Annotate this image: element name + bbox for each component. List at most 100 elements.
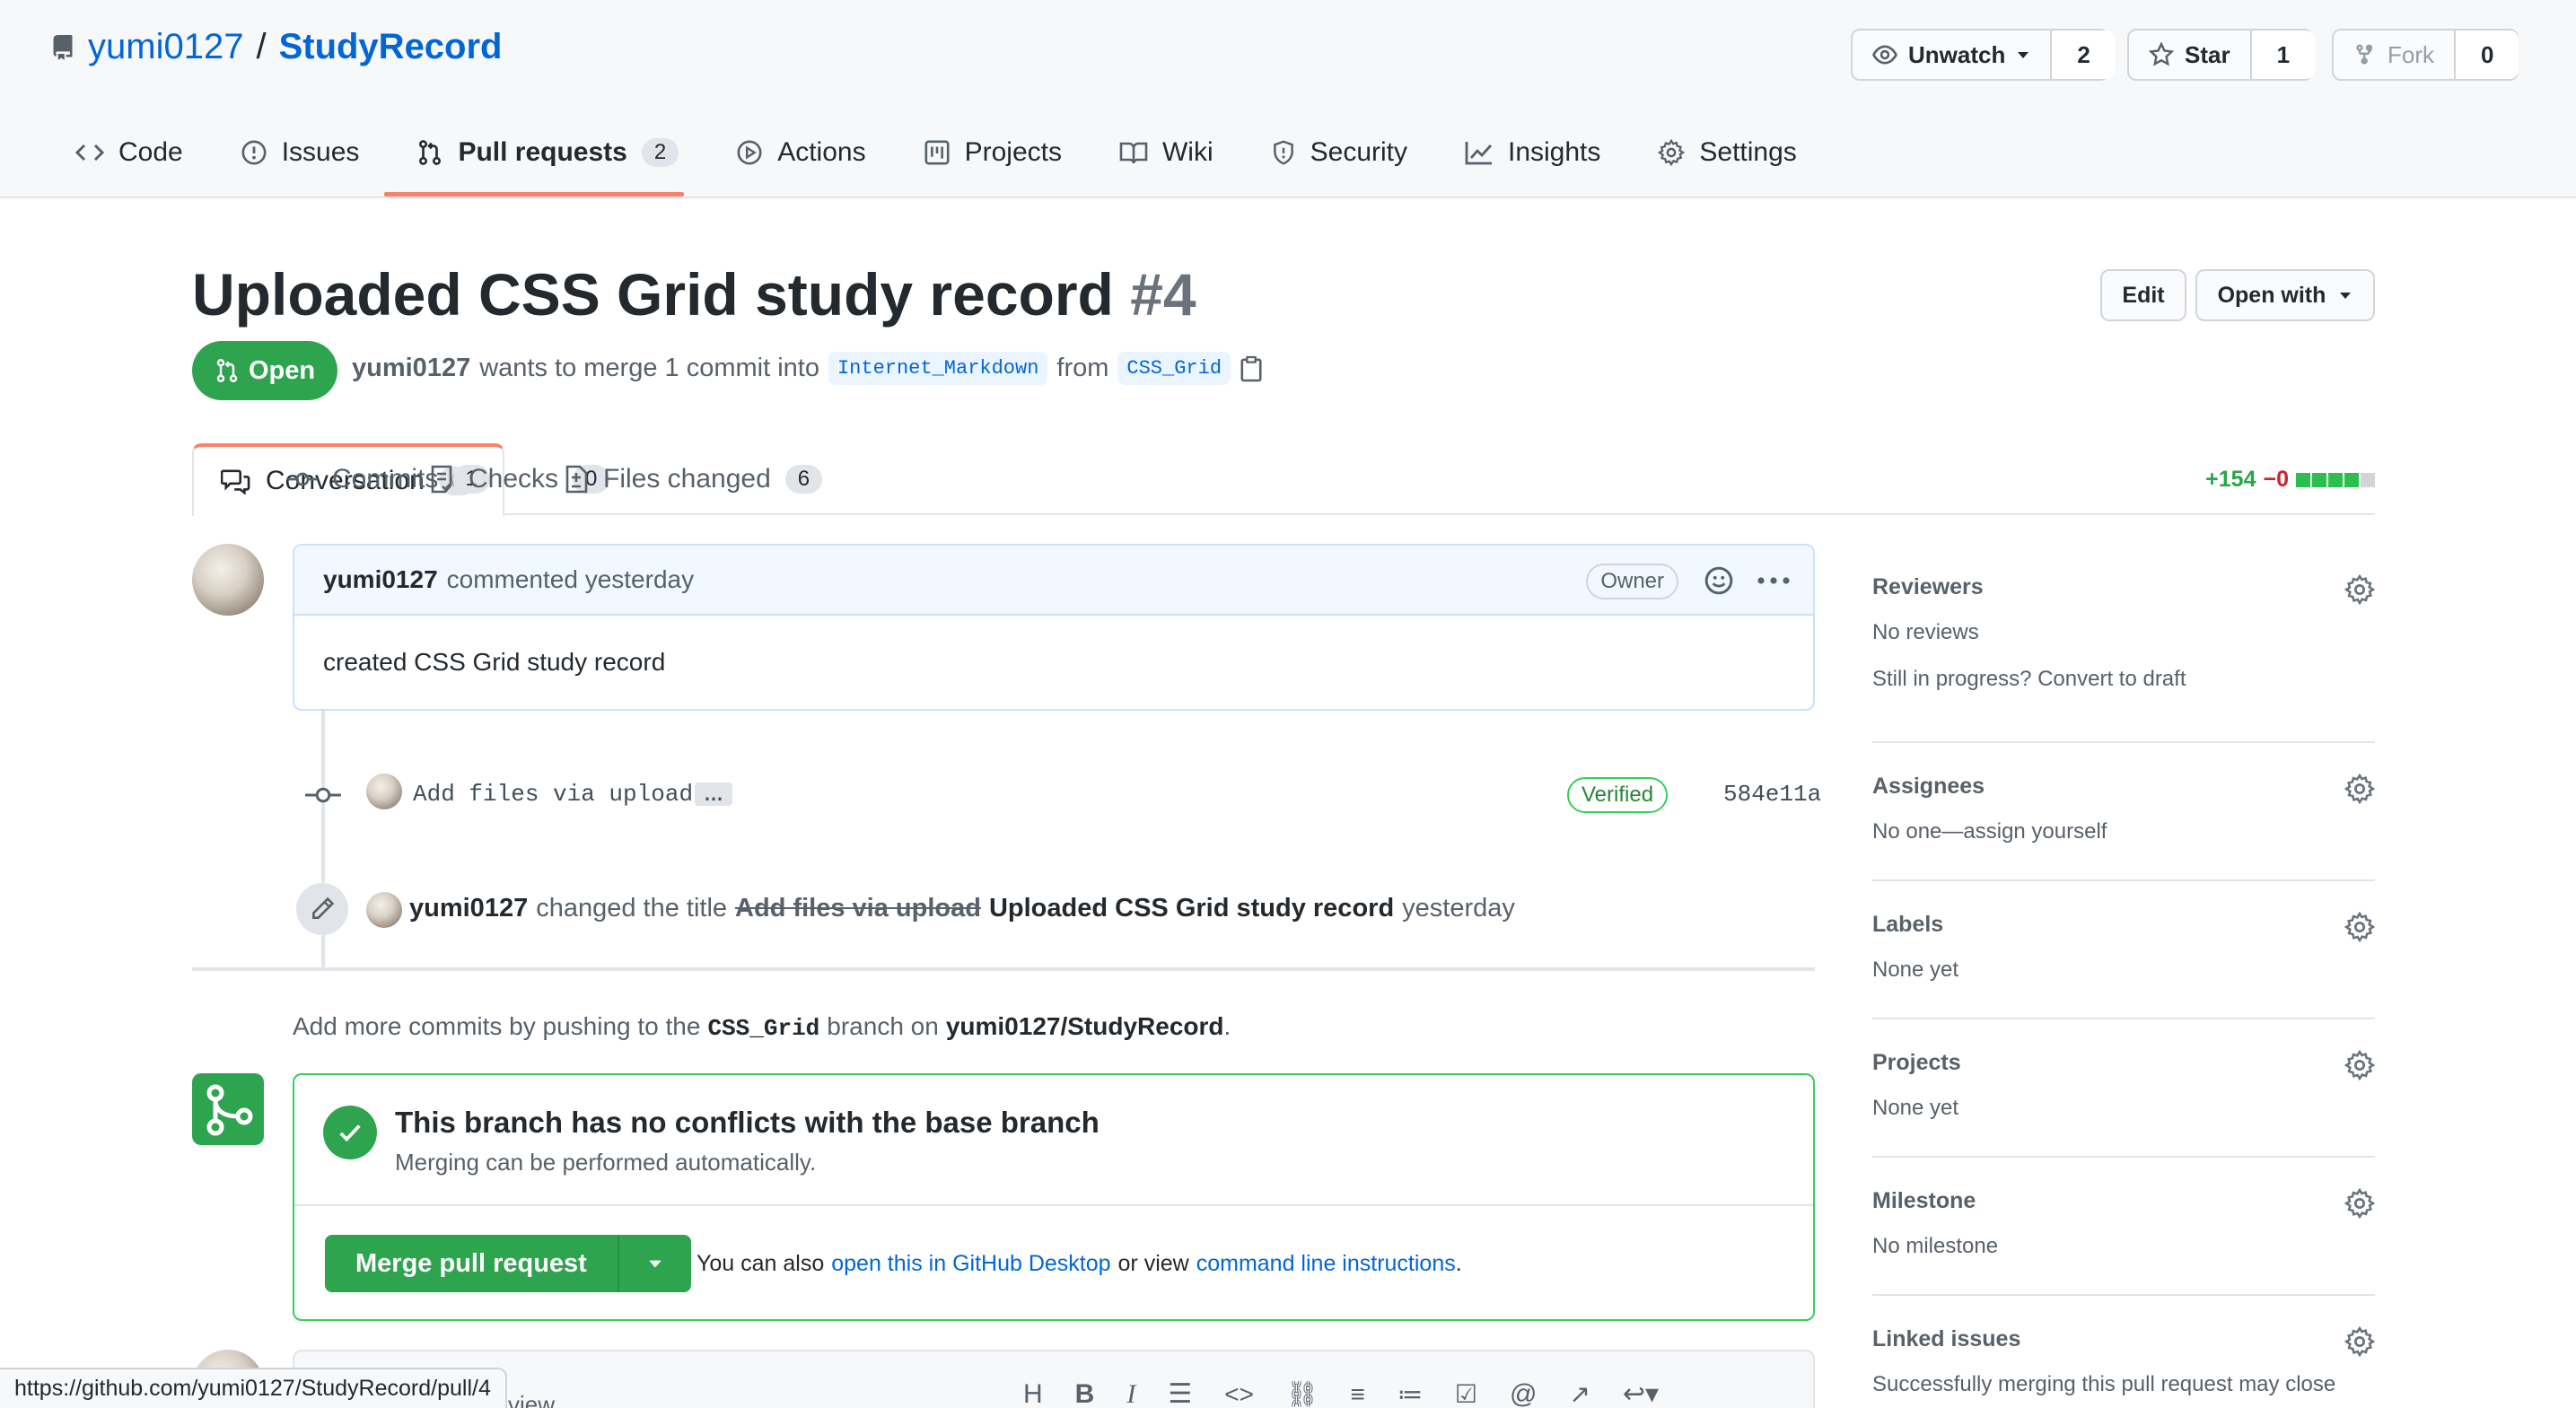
bullet-list-icon[interactable]: ≡ bbox=[1351, 1380, 1365, 1408]
checklist-icon bbox=[431, 465, 452, 494]
convert-to-draft-link[interactable]: Still in progress? Convert to draft bbox=[1872, 667, 2375, 692]
commit-message-link[interactable]: Add files via upload bbox=[413, 781, 693, 808]
diffstat-bar bbox=[2296, 472, 2375, 487]
push-hint-branch: CSS_Grid bbox=[707, 1015, 820, 1042]
base-branch[interactable]: Internet_Markdown bbox=[828, 352, 1048, 385]
sidebar-linked-issues-title[interactable]: Linked issues bbox=[1872, 1326, 2375, 1352]
comment-author-link[interactable]: yumi0127 bbox=[323, 565, 438, 594]
rename-event-badge bbox=[296, 883, 348, 935]
mention-icon[interactable]: @ bbox=[1510, 1379, 1537, 1408]
bold-icon[interactable]: B bbox=[1075, 1379, 1095, 1408]
tab-insights[interactable]: Insights bbox=[1465, 133, 1600, 172]
heading-icon[interactable]: H bbox=[1023, 1379, 1043, 1408]
quote-icon[interactable]: ☰ bbox=[1168, 1378, 1192, 1408]
clipboard-icon[interactable] bbox=[1240, 355, 1263, 382]
task-list-icon[interactable]: ☑ bbox=[1455, 1379, 1477, 1408]
code-icon[interactable]: <> bbox=[1224, 1380, 1254, 1408]
rename-text: changed the title bbox=[536, 894, 728, 923]
preview-tab-partial[interactable]: view bbox=[508, 1391, 555, 1408]
fork-button[interactable]: Fork 0 bbox=[2332, 29, 2519, 81]
github-desktop-link[interactable]: open this in GitHub Desktop bbox=[831, 1251, 1110, 1277]
reply-icon[interactable]: ↩▾ bbox=[1623, 1378, 1659, 1408]
command-line-link[interactable]: command line instructions bbox=[1196, 1251, 1456, 1277]
gear-icon[interactable] bbox=[2344, 912, 2375, 942]
merge-button-group: Merge pull request bbox=[325, 1235, 691, 1292]
italic-icon[interactable]: I bbox=[1126, 1379, 1135, 1408]
gear-icon bbox=[1658, 139, 1686, 166]
rename-time[interactable]: yesterday bbox=[1402, 894, 1515, 923]
tab-code-label: Code bbox=[118, 137, 183, 167]
merge-method-dropdown[interactable] bbox=[619, 1235, 691, 1292]
verified-badge[interactable]: Verified bbox=[1567, 777, 1669, 813]
tab-files-changed[interactable]: Files changed 6 bbox=[564, 443, 823, 515]
timeline-end-rule bbox=[192, 967, 1815, 971]
tab-issues[interactable]: Issues bbox=[241, 133, 359, 172]
check-circle bbox=[323, 1106, 377, 1159]
pr-title: Uploaded CSS Grid study record #4 bbox=[192, 260, 1196, 328]
merge-text: wants to merge 1 commit into bbox=[479, 354, 819, 382]
watch-count[interactable]: 2 bbox=[2052, 31, 2116, 79]
tab-projects[interactable]: Projects bbox=[924, 133, 1062, 172]
sidebar-projects-title[interactable]: Projects bbox=[1872, 1050, 2375, 1076]
file-diff-icon bbox=[565, 465, 588, 494]
pr-number: #4 bbox=[1130, 261, 1196, 328]
from-text: from bbox=[1056, 354, 1109, 382]
fork-count[interactable]: 0 bbox=[2456, 31, 2519, 79]
comment-box: yumi0127 commented yesterday Owner creat… bbox=[293, 544, 1815, 711]
open-with-button[interactable]: Open with bbox=[2195, 269, 2375, 321]
numbered-list-icon[interactable]: ≔ bbox=[1398, 1379, 1423, 1408]
sidebar-assignees-title[interactable]: Assignees bbox=[1872, 774, 2375, 800]
push-hint: Add more commits by pushing to the CSS_G… bbox=[293, 1012, 1231, 1042]
commit-expand-button[interactable]: … bbox=[695, 783, 732, 806]
commit-icon bbox=[287, 472, 318, 486]
sidebar-labels-value: None yet bbox=[1872, 958, 1959, 982]
repo-name-link[interactable]: StudyRecord bbox=[279, 27, 503, 67]
sidebar-milestone-value: No milestone bbox=[1872, 1234, 1999, 1258]
sidebar-assignees: Assignees No one—assign yourself bbox=[1872, 774, 2375, 881]
sidebar-milestone-title[interactable]: Milestone bbox=[1872, 1188, 2375, 1214]
avatar[interactable] bbox=[366, 892, 402, 928]
gear-icon[interactable] bbox=[2344, 1326, 2375, 1357]
head-branch[interactable]: CSS_Grid bbox=[1117, 352, 1231, 385]
tab-wiki[interactable]: Wiki bbox=[1119, 133, 1214, 172]
tab-pull-requests-label: Pull requests bbox=[458, 137, 627, 167]
pr-author-link[interactable]: yumi0127 bbox=[352, 354, 470, 383]
repo-owner-link[interactable]: yumi0127 bbox=[88, 27, 243, 67]
sidebar-reviewers-title[interactable]: Reviewers bbox=[1872, 574, 2375, 600]
avatar[interactable] bbox=[192, 544, 264, 616]
alternatives-end: . bbox=[1455, 1251, 1462, 1276]
commit-sha-link[interactable]: 584e11a bbox=[1723, 781, 1821, 808]
comment-timestamp[interactable]: commented yesterday bbox=[447, 565, 694, 594]
avatar[interactable] bbox=[366, 774, 402, 809]
rename-actor-link[interactable]: yumi0127 bbox=[409, 894, 528, 923]
gear-icon[interactable] bbox=[2344, 574, 2375, 605]
sidebar-labels-title[interactable]: Labels bbox=[1872, 912, 2375, 938]
smiley-icon[interactable] bbox=[1704, 565, 1734, 596]
gear-icon[interactable] bbox=[2344, 1188, 2375, 1219]
tab-security[interactable]: Security bbox=[1271, 133, 1407, 172]
gear-icon[interactable] bbox=[2344, 774, 2375, 804]
comment-header: yumi0127 commented yesterday bbox=[294, 546, 1813, 616]
tab-settings[interactable]: Settings bbox=[1658, 133, 1797, 172]
star-button[interactable]: Star 1 bbox=[2127, 29, 2316, 81]
star-count[interactable]: 1 bbox=[2251, 31, 2316, 79]
diffstat: +154 −0 bbox=[2205, 467, 2375, 493]
tab-security-label: Security bbox=[1310, 137, 1407, 167]
cross-reference-icon[interactable]: ↗ bbox=[1569, 1379, 1590, 1408]
sidebar-projects: Projects None yet bbox=[1872, 1050, 2375, 1158]
merge-pull-request-button[interactable]: Merge pull request bbox=[325, 1235, 619, 1292]
sidebar-linked-issues-value: Successfully merging this pull request m… bbox=[1872, 1372, 2336, 1396]
kebab-horizontal-icon[interactable] bbox=[1757, 576, 1790, 585]
unwatch-button[interactable]: Unwatch 2 bbox=[1851, 29, 2116, 81]
sidebar-labels: Labels None yet bbox=[1872, 912, 2375, 1019]
tab-actions[interactable]: Actions bbox=[736, 133, 866, 172]
merge-status-icon bbox=[192, 1073, 264, 1145]
link-icon[interactable]: ⛓ bbox=[1286, 1379, 1319, 1408]
edit-button[interactable]: Edit bbox=[2100, 269, 2186, 321]
gear-icon[interactable] bbox=[2344, 1050, 2375, 1080]
sidebar-reviewers-value: No reviews bbox=[1872, 620, 1979, 644]
push-hint-repo: yumi0127/StudyRecord bbox=[945, 1012, 1224, 1040]
tab-code[interactable]: Code bbox=[75, 133, 183, 172]
assign-yourself-link[interactable]: No one—assign yourself bbox=[1872, 819, 2375, 844]
tab-pull-requests[interactable]: Pull requests 2 bbox=[416, 133, 679, 172]
